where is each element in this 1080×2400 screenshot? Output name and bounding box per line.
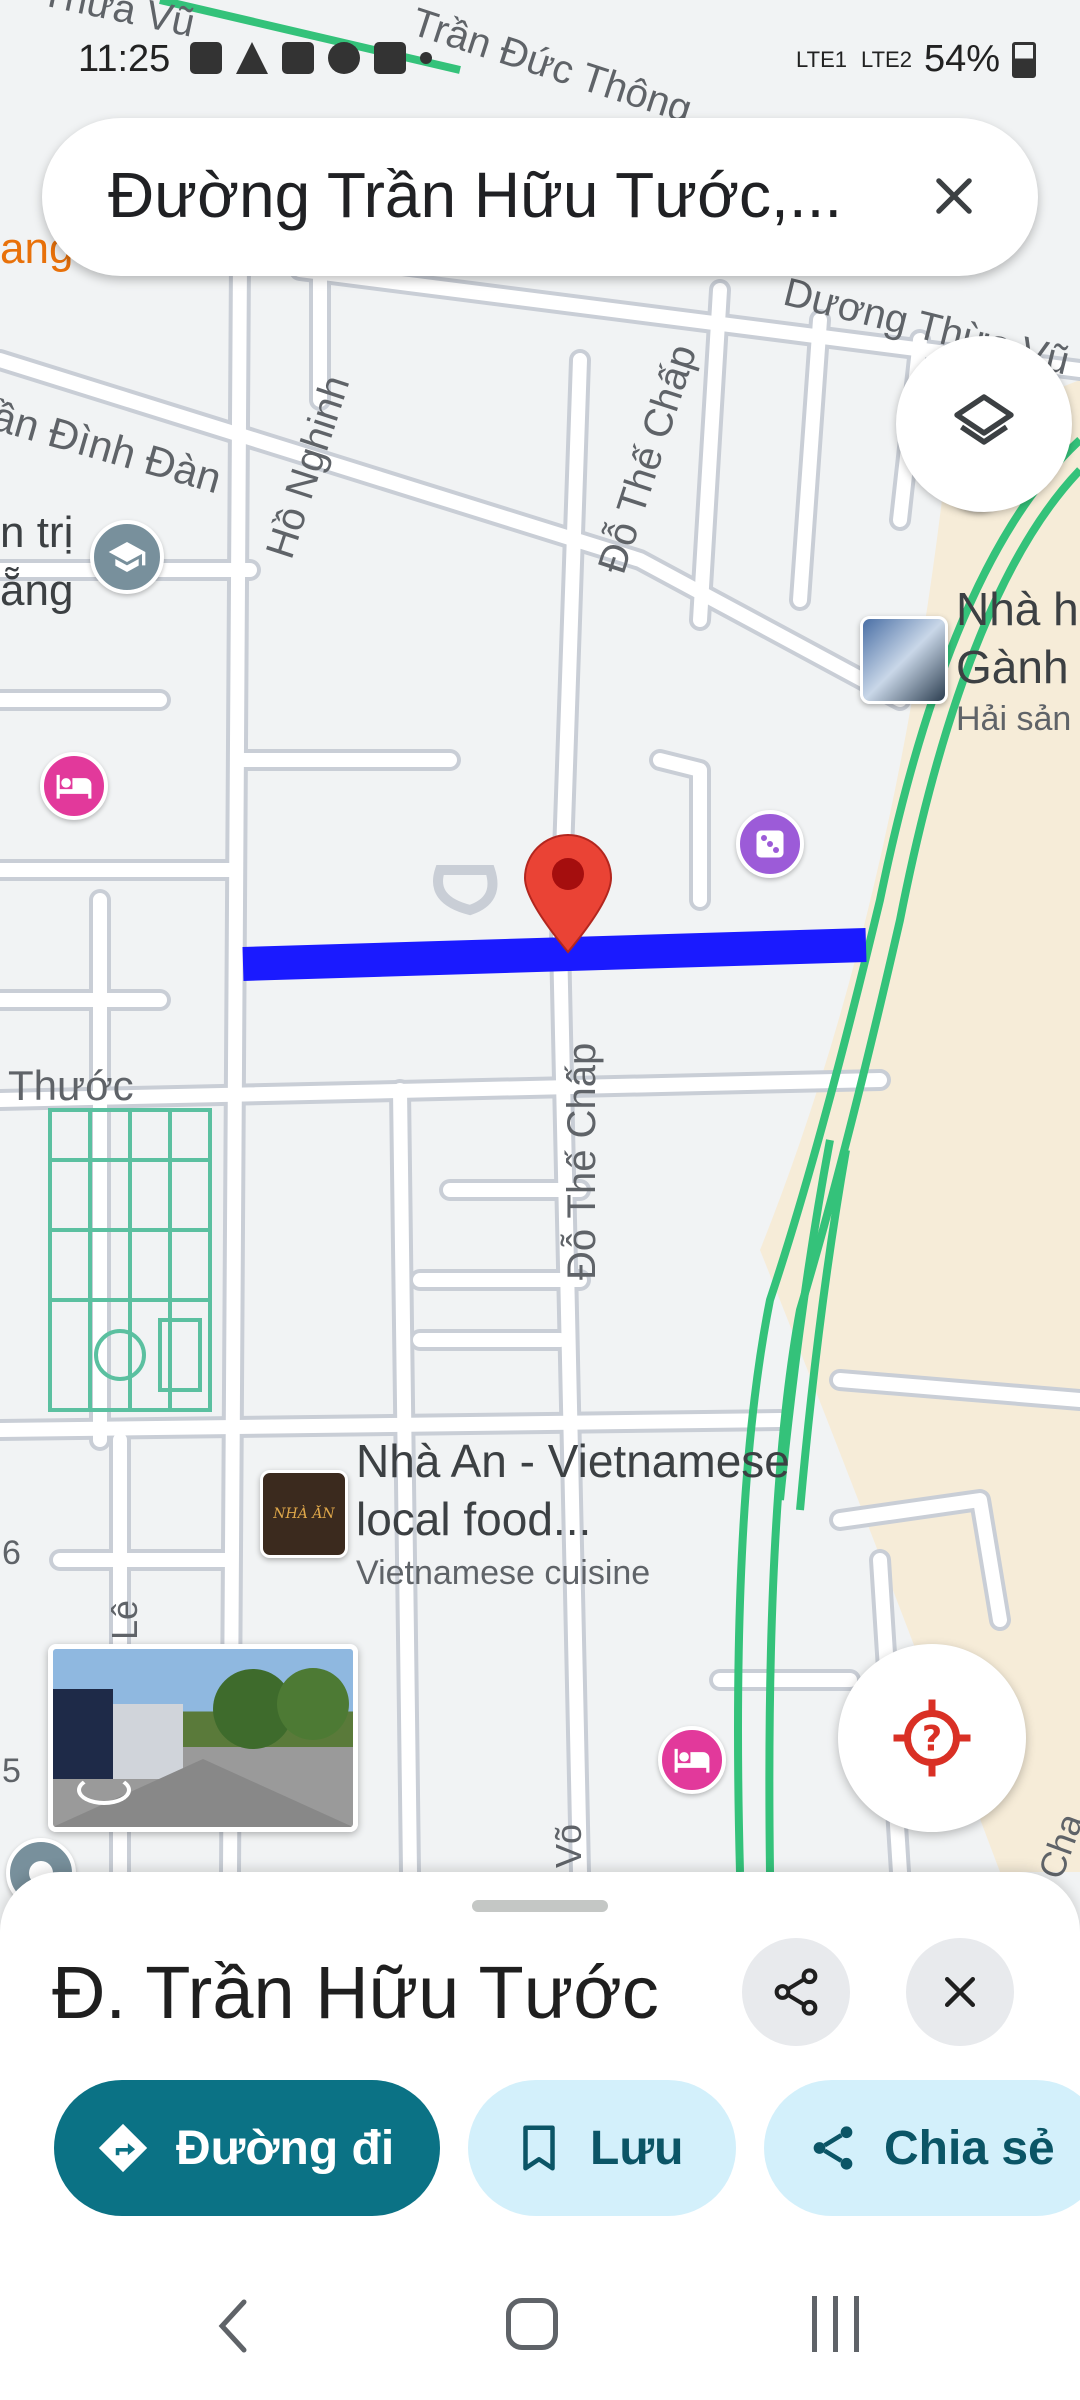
battery-icon — [1012, 41, 1036, 78]
street-view-thumbnail[interactable] — [48, 1644, 358, 1832]
street-label: ẵng — [0, 566, 74, 615]
share-icon — [774, 1968, 818, 2016]
rotate-360-icon — [77, 1775, 131, 1805]
share-button[interactable] — [742, 1938, 850, 2046]
my-location-button[interactable]: ? — [838, 1644, 1026, 1832]
back-nav-icon[interactable] — [214, 2296, 254, 2356]
close-icon[interactable] — [914, 156, 994, 236]
street-label: Đỗ Thế Chấp — [560, 1042, 604, 1280]
search-bar[interactable]: Đường Trần Hữu Tước,... — [42, 118, 1038, 276]
bookmark-icon — [523, 2125, 555, 2171]
share-label: Chia sẻ — [884, 2121, 1055, 2175]
street-label: 5 — [2, 1752, 21, 1790]
my-location-icon: ? — [893, 1699, 971, 1777]
nha-an-name-line2[interactable]: local food... — [356, 1490, 591, 1548]
check-icon — [374, 42, 406, 74]
seafood-place-name-line2[interactable]: Gành — [956, 638, 1069, 696]
search-query[interactable]: Đường Trần Hữu Tước,... — [108, 158, 888, 232]
street-label: Thước — [8, 1062, 134, 1109]
home-nav-icon[interactable] — [506, 2298, 558, 2350]
nha-an-thumbnail[interactable]: NHÀ ĂN — [260, 1470, 348, 1558]
share-pill-button[interactable]: Chia sẻ — [764, 2080, 1080, 2216]
save-button[interactable]: Lưu — [468, 2080, 736, 2216]
directions-icon — [98, 2123, 148, 2173]
close-icon — [944, 1976, 976, 2008]
seafood-place-thumbnail[interactable] — [860, 616, 948, 704]
layers-button[interactable] — [896, 336, 1072, 512]
seafood-place-category: Hải sản — [956, 700, 1072, 738]
dice-icon[interactable] — [736, 810, 804, 878]
status-bar: 11:25 LTE1 LTE2 54% — [0, 0, 1080, 120]
folder-icon — [282, 42, 314, 74]
nha-an-category: Vietnamese cuisine — [356, 1554, 651, 1592]
status-time: 11:25 — [78, 38, 171, 80]
street-label: n trị — [0, 508, 74, 557]
lte2-label: LTE2 — [860, 46, 912, 72]
warning-icon — [236, 42, 268, 74]
lte1-label: LTE1 — [796, 46, 847, 72]
drag-handle[interactable] — [472, 1900, 608, 1912]
nha-an-name[interactable]: Nhà An - Vietnamese — [356, 1432, 790, 1490]
street-label: Lê — [104, 1599, 145, 1640]
zalo-icon — [190, 42, 222, 74]
nha-an-thumb-logo: NHÀ ĂN — [273, 1506, 335, 1522]
hotel-icon[interactable] — [40, 752, 108, 820]
svg-text:?: ? — [922, 1719, 942, 1759]
notification-icons — [190, 42, 432, 74]
close-sheet-button[interactable] — [906, 1938, 1014, 2046]
signal-info: LTE1 LTE2 — [796, 47, 912, 73]
system-nav-bar — [0, 2260, 1080, 2400]
alarm-icon — [328, 42, 360, 74]
street-label: 6 — [2, 1534, 21, 1572]
place-title: Đ. Trần Hữu Tước — [52, 1951, 659, 2034]
layers-icon — [954, 394, 1014, 445]
hotel-icon[interactable] — [658, 1726, 726, 1794]
save-label: Lưu — [590, 2121, 684, 2175]
directions-button[interactable]: Đường đi — [54, 2080, 440, 2216]
recents-nav-icon[interactable] — [812, 2296, 859, 2352]
battery-percent: 54% — [923, 38, 1000, 80]
status-right: LTE1 LTE2 54% — [796, 38, 1036, 81]
dot-icon — [420, 52, 432, 64]
school-icon[interactable] — [90, 520, 164, 594]
street-label: Võ — [548, 1823, 589, 1868]
seafood-place-name[interactable]: Nhà h — [956, 580, 1079, 638]
share-icon — [813, 2126, 853, 2170]
directions-label: Đường đi — [176, 2121, 395, 2175]
